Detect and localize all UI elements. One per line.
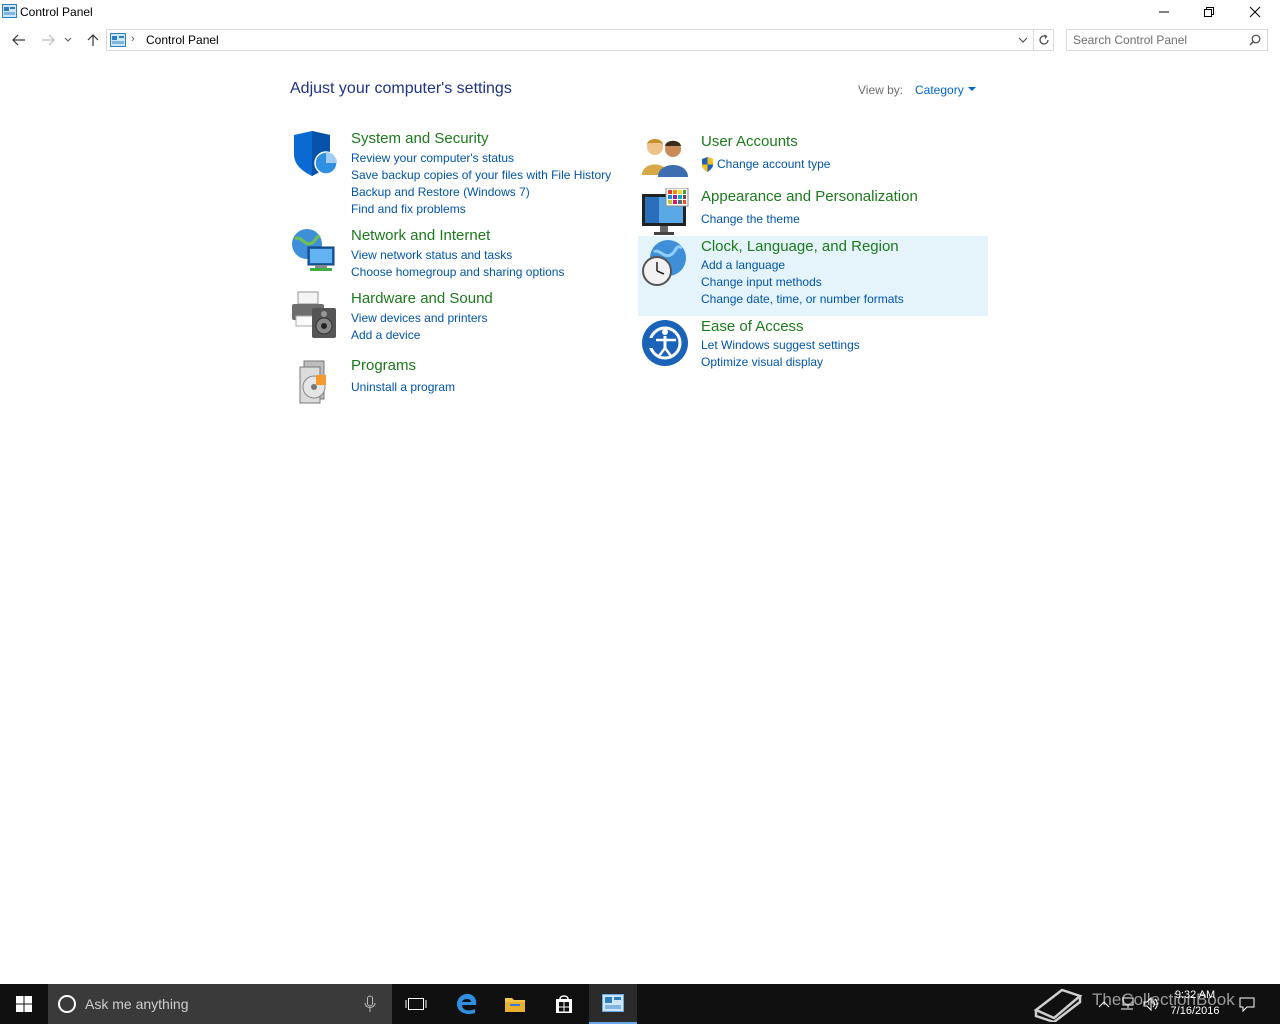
show-hidden-icons-button[interactable] xyxy=(1094,984,1114,1024)
edge-icon xyxy=(457,993,477,1014)
task-link[interactable]: View devices and printers xyxy=(351,310,488,327)
refresh-button[interactable] xyxy=(1034,29,1054,51)
monitor-palette-icon[interactable] xyxy=(640,188,690,238)
restore-icon xyxy=(1204,7,1214,17)
clock-time: 9:32 AM xyxy=(1174,989,1216,1001)
category-title[interactable]: System and Security xyxy=(351,130,489,147)
search-input[interactable] xyxy=(1073,32,1243,48)
network-globe-icon[interactable] xyxy=(290,227,340,277)
task-link[interactable]: Find and fix problems xyxy=(351,201,611,218)
category-title[interactable]: Clock, Language, and Region xyxy=(701,238,899,255)
title-bar: Control Panel xyxy=(0,0,1280,24)
minimize-icon xyxy=(1159,11,1169,13)
task-link-label[interactable]: Change account type xyxy=(717,157,830,171)
task-link[interactable]: Save backup copies of your files with Fi… xyxy=(351,167,611,184)
breadcrumb[interactable]: Control Panel xyxy=(146,33,219,47)
task-link[interactable]: Add a device xyxy=(351,327,488,344)
clock-globe-icon[interactable] xyxy=(640,238,690,288)
network-icon xyxy=(1121,997,1134,1010)
task-link[interactable]: Change account type xyxy=(701,156,830,173)
task-link[interactable]: Backup and Restore (Windows 7) xyxy=(351,184,611,201)
store-bag-icon xyxy=(556,995,572,1013)
window-title: Control Panel xyxy=(20,5,93,19)
printer-speaker-icon[interactable] xyxy=(290,290,340,340)
category-title[interactable]: Ease of Access xyxy=(701,318,804,335)
search-icon[interactable] xyxy=(1249,34,1261,46)
category-title[interactable]: Programs xyxy=(351,357,416,374)
forward-button[interactable] xyxy=(37,30,59,50)
category-title[interactable]: Network and Internet xyxy=(351,227,490,244)
task-view-icon xyxy=(405,998,427,1010)
taskbar-edge[interactable] xyxy=(443,984,491,1024)
uac-shield-icon xyxy=(702,157,713,172)
clock-date: 7/16/2016 xyxy=(1170,1005,1220,1017)
view-by-label: View by: xyxy=(858,83,904,97)
programs-disc-icon[interactable] xyxy=(290,357,340,407)
ease-of-access-icon[interactable] xyxy=(640,318,690,368)
up-button[interactable] xyxy=(82,30,104,50)
users-icon[interactable] xyxy=(640,133,690,183)
search-box[interactable] xyxy=(1066,29,1268,51)
windows-logo-icon xyxy=(16,996,32,1012)
category-title[interactable]: User Accounts xyxy=(701,133,798,150)
folder-icon xyxy=(505,998,525,1012)
recent-locations-button[interactable] xyxy=(61,30,75,50)
action-center-button[interactable] xyxy=(1236,984,1258,1024)
close-button[interactable] xyxy=(1232,0,1278,24)
caret-down-icon[interactable] xyxy=(968,87,976,92)
back-arrow-icon xyxy=(12,34,25,46)
notification-icon xyxy=(1239,997,1255,1012)
speaker-icon xyxy=(1143,997,1158,1011)
task-link[interactable]: Optimize visual display xyxy=(701,354,860,371)
page-title: Adjust your computer's settings xyxy=(290,80,512,97)
cortana-search-text[interactable]: Ask me anything xyxy=(85,996,189,1012)
task-link[interactable]: Change input methods xyxy=(701,274,904,291)
task-link[interactable]: Change date, time, or number formats xyxy=(701,291,904,308)
refresh-icon xyxy=(1038,34,1049,45)
task-link[interactable]: Add a language xyxy=(701,257,904,274)
back-button[interactable] xyxy=(8,30,30,50)
cortana-search-box[interactable]: Ask me anything xyxy=(48,984,392,1024)
control-panel-icon xyxy=(110,33,126,47)
forward-arrow-icon xyxy=(42,34,55,46)
shield-icon[interactable] xyxy=(290,130,340,180)
taskbar-clock[interactable]: 9:32 AM 7/16/2016 xyxy=(1160,987,1230,1019)
view-by-dropdown[interactable]: Category xyxy=(915,83,964,97)
network-tray-button[interactable] xyxy=(1116,984,1138,1024)
task-link[interactable]: View network status and tasks xyxy=(351,247,564,264)
minimize-button[interactable] xyxy=(1141,0,1187,24)
cortana-icon xyxy=(58,995,76,1013)
microphone-icon[interactable] xyxy=(364,995,376,1013)
up-arrow-icon xyxy=(87,34,99,46)
chevron-down-icon xyxy=(64,37,72,42)
task-link[interactable]: Review your computer's status xyxy=(351,150,611,167)
task-link[interactable]: Let Windows suggest settings xyxy=(701,337,860,354)
chevron-down-icon[interactable] xyxy=(1017,33,1029,47)
task-link[interactable]: Uninstall a program xyxy=(351,379,455,396)
task-view-button[interactable] xyxy=(392,984,440,1024)
breadcrumb-separator-icon[interactable]: › xyxy=(131,33,135,45)
taskbar-control-panel[interactable] xyxy=(589,984,637,1024)
restore-button[interactable] xyxy=(1186,0,1232,24)
address-box[interactable]: › Control Panel xyxy=(106,29,1034,51)
control-panel-icon xyxy=(2,4,17,18)
category-title[interactable]: Hardware and Sound xyxy=(351,290,493,307)
control-panel-icon xyxy=(602,994,624,1012)
start-button[interactable] xyxy=(0,984,48,1024)
taskbar-file-explorer[interactable] xyxy=(491,984,539,1024)
volume-tray-button[interactable] xyxy=(1140,984,1162,1024)
taskbar: Ask me anything TheCollectionBook 9:32 A… xyxy=(0,984,1280,1024)
book-logo-icon xyxy=(1033,988,1083,1022)
taskbar-store[interactable] xyxy=(540,984,588,1024)
task-link[interactable]: Choose homegroup and sharing options xyxy=(351,264,564,281)
close-icon xyxy=(1249,6,1261,18)
category-title[interactable]: Appearance and Personalization xyxy=(701,188,918,205)
chevron-up-icon xyxy=(1098,1001,1110,1008)
task-link[interactable]: Change the theme xyxy=(701,211,800,228)
